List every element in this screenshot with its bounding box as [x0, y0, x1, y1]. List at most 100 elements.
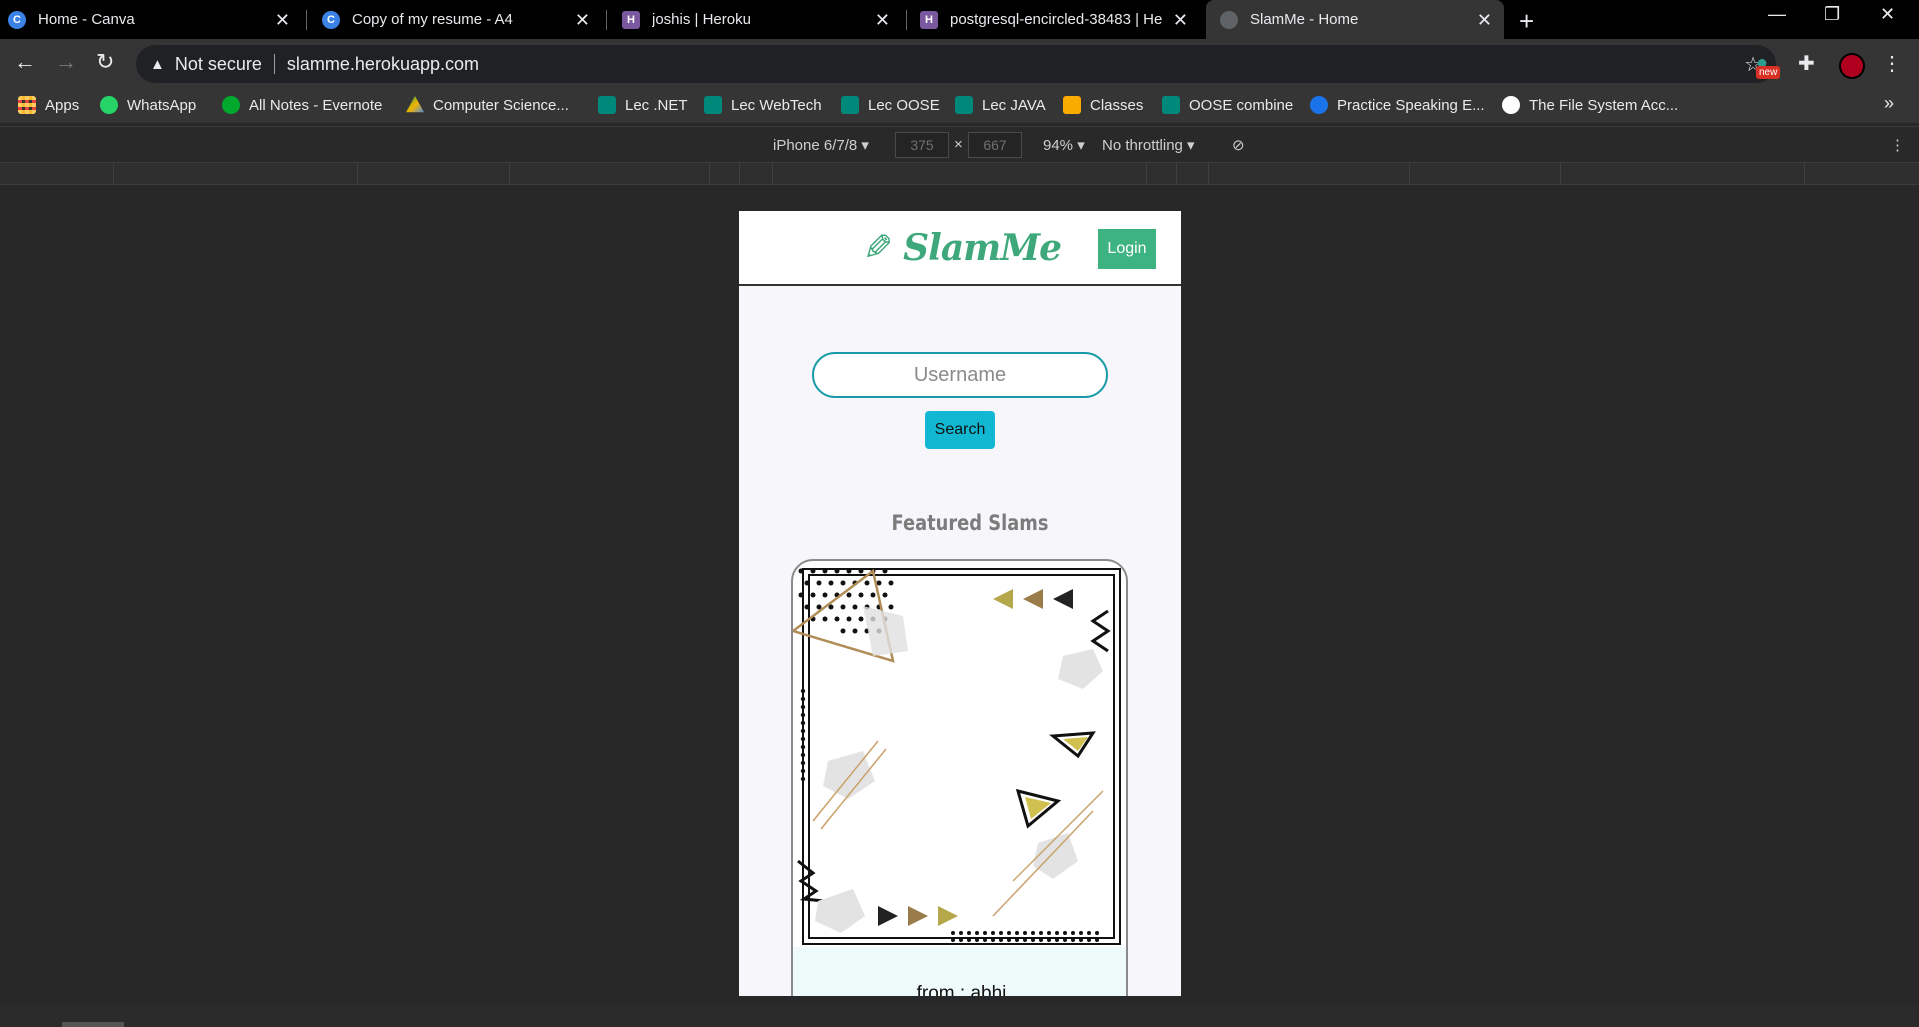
restore-icon[interactable]: ❐: [1824, 4, 1840, 25]
devtools-bottom-strip: [0, 1005, 1919, 1027]
scrollbar-thumb[interactable]: [62, 1022, 124, 1027]
bookmark-classes[interactable]: Classes: [1063, 96, 1143, 114]
slam-author: from : abhi: [916, 983, 1007, 996]
search-button[interactable]: Search: [925, 411, 995, 449]
browser-toolbar: ← → ↻ ▲ Not secure slamme.herokuapp.com …: [0, 39, 1919, 89]
google-drive-icon: [406, 96, 424, 113]
warning-icon[interactable]: ▲: [150, 56, 165, 73]
bookmark-whatsapp[interactable]: WhatsApp: [100, 96, 196, 114]
login-button[interactable]: Login: [1098, 229, 1156, 269]
pencil-icon: ✎: [863, 227, 894, 268]
bookmark-label: Apps: [45, 96, 80, 114]
username-search-input[interactable]: [812, 352, 1108, 398]
tab-slamme-active[interactable]: SlamMe - Home ✕: [1206, 0, 1504, 39]
bookmark-file-system[interactable]: The File System Acc...: [1502, 96, 1678, 114]
bookmark-label: WhatsApp: [127, 96, 197, 114]
ruler-tick: [1560, 163, 1561, 185]
divider: [273, 54, 275, 74]
ruler-tick: [739, 163, 740, 185]
featured-slam-card[interactable]: from : abhi: [791, 559, 1128, 996]
bookmark-computer-science[interactable]: Computer Science...: [406, 96, 569, 114]
meet-icon: [598, 96, 616, 114]
meet-icon: [704, 96, 722, 114]
close-tab-icon[interactable]: ✕: [1477, 10, 1492, 31]
close-tab-icon[interactable]: ✕: [275, 10, 290, 31]
device-toolbar: iPhone 6/7/8 ▾ 375 × 667 94% ▾ No thrott…: [0, 126, 1919, 162]
throttling-select[interactable]: No throttling ▾: [1102, 136, 1195, 154]
close-tab-icon[interactable]: ✕: [575, 10, 590, 31]
ruler-tick: [357, 163, 358, 185]
height-field[interactable]: 667: [968, 132, 1022, 158]
device-viewport: ✎ SlamMe Login Search Featured Slams: [739, 211, 1181, 996]
bookmark-label: The File System Acc...: [1529, 96, 1679, 114]
bookmark-lec-oose[interactable]: Lec OOSE: [841, 96, 940, 114]
bookmark-label: Lec JAVA: [982, 96, 1046, 114]
new-badge: new: [1756, 66, 1781, 79]
profile-avatar[interactable]: [1839, 53, 1865, 79]
featured-slams-heading: Featured Slams: [891, 511, 1049, 535]
bookmark-practice-speaking[interactable]: Practice Speaking E...: [1310, 96, 1485, 114]
bookmarks-overflow-icon[interactable]: »: [1884, 93, 1894, 114]
bookmark-label: Lec .NET: [625, 96, 688, 114]
canva-icon: C: [322, 10, 340, 29]
tab-title: postgresql-encircled-38483 | Her: [950, 11, 1162, 28]
ruler-tick: [1208, 163, 1209, 185]
reload-icon[interactable]: ↻: [96, 49, 114, 75]
minimize-icon[interactable]: —: [1768, 4, 1786, 25]
media-query-ruler[interactable]: [0, 162, 1919, 185]
back-icon[interactable]: ←: [14, 49, 36, 75]
bookmark-label: Lec OOSE: [868, 96, 940, 114]
tab-separator: [606, 10, 607, 30]
close-tab-icon[interactable]: ✕: [1173, 10, 1188, 31]
site-logo[interactable]: ✎ SlamMe: [863, 227, 1062, 269]
brand-name: SlamMe: [903, 227, 1062, 269]
bookmark-label: Classes: [1090, 96, 1144, 114]
address-bar[interactable]: ▲ Not secure slamme.herokuapp.com ☆: [136, 45, 1776, 83]
new-tab-button[interactable]: +: [1519, 6, 1534, 37]
zoom-value: 94%: [1043, 137, 1074, 154]
ruler-tick: [1409, 163, 1410, 185]
tab-title: SlamMe - Home: [1250, 11, 1359, 28]
device-name: iPhone 6/7/8: [773, 137, 858, 154]
throttling-value: No throttling: [1102, 137, 1183, 154]
bookmark-evernote[interactable]: All Notes - Evernote: [222, 96, 382, 114]
slam-card-artwork: [793, 568, 1121, 945]
zoom-select[interactable]: 94% ▾: [1043, 136, 1085, 154]
ruler-tick: [509, 163, 510, 185]
bookmark-lec-webtech[interactable]: Lec WebTech: [704, 96, 822, 114]
close-tab-icon[interactable]: ✕: [875, 10, 890, 31]
forward-icon[interactable]: →: [55, 49, 77, 75]
rotate-icon[interactable]: ⊘: [1232, 136, 1245, 154]
heroku-icon: H: [920, 10, 938, 29]
bookmark-label: Practice Speaking E...: [1337, 96, 1485, 114]
devtools-more-icon[interactable]: ⋮: [1890, 136, 1905, 154]
security-status[interactable]: Not secure: [175, 54, 262, 75]
width-field[interactable]: 375: [895, 132, 949, 158]
globe-icon: [1310, 96, 1328, 114]
tab-heroku-postgres[interactable]: H postgresql-encircled-38483 | Her ✕: [920, 0, 1200, 39]
tab-resume[interactable]: C Copy of my resume - A4 ✕: [322, 0, 602, 39]
meet-icon: [841, 96, 859, 114]
bookmark-lec-java[interactable]: Lec JAVA: [955, 96, 1046, 114]
extensions-puzzle-icon[interactable]: ✚: [1798, 51, 1815, 76]
url-text[interactable]: slamme.herokuapp.com: [287, 54, 479, 75]
ruler-tick: [113, 163, 114, 185]
meet-icon: [955, 96, 973, 114]
ruler-tick: [772, 163, 773, 185]
bookmark-apps[interactable]: Apps: [18, 96, 79, 114]
bookmark-oose-combine[interactable]: OOSE combine: [1162, 96, 1293, 114]
tab-heroku-joshis[interactable]: H joshis | Heroku ✕: [622, 0, 902, 39]
bookmark-label: Computer Science...: [433, 96, 569, 114]
ruler-tick: [1176, 163, 1177, 185]
tab-title: joshis | Heroku: [652, 11, 751, 28]
canva-icon: C: [8, 10, 26, 29]
menu-kebab-icon[interactable]: ⋮: [1882, 51, 1902, 76]
meet-icon: [1162, 96, 1180, 114]
tab-home-canva[interactable]: C Home - Canva ✕: [8, 0, 302, 39]
tab-strip: C Home - Canva ✕ C Copy of my resume - A…: [0, 0, 1919, 39]
whatsapp-icon: [100, 96, 118, 114]
device-select[interactable]: iPhone 6/7/8 ▾: [773, 136, 869, 154]
bookmark-lec-net[interactable]: Lec .NET: [598, 96, 688, 114]
apps-grid-icon: [18, 96, 36, 114]
close-window-icon[interactable]: ✕: [1880, 4, 1895, 25]
